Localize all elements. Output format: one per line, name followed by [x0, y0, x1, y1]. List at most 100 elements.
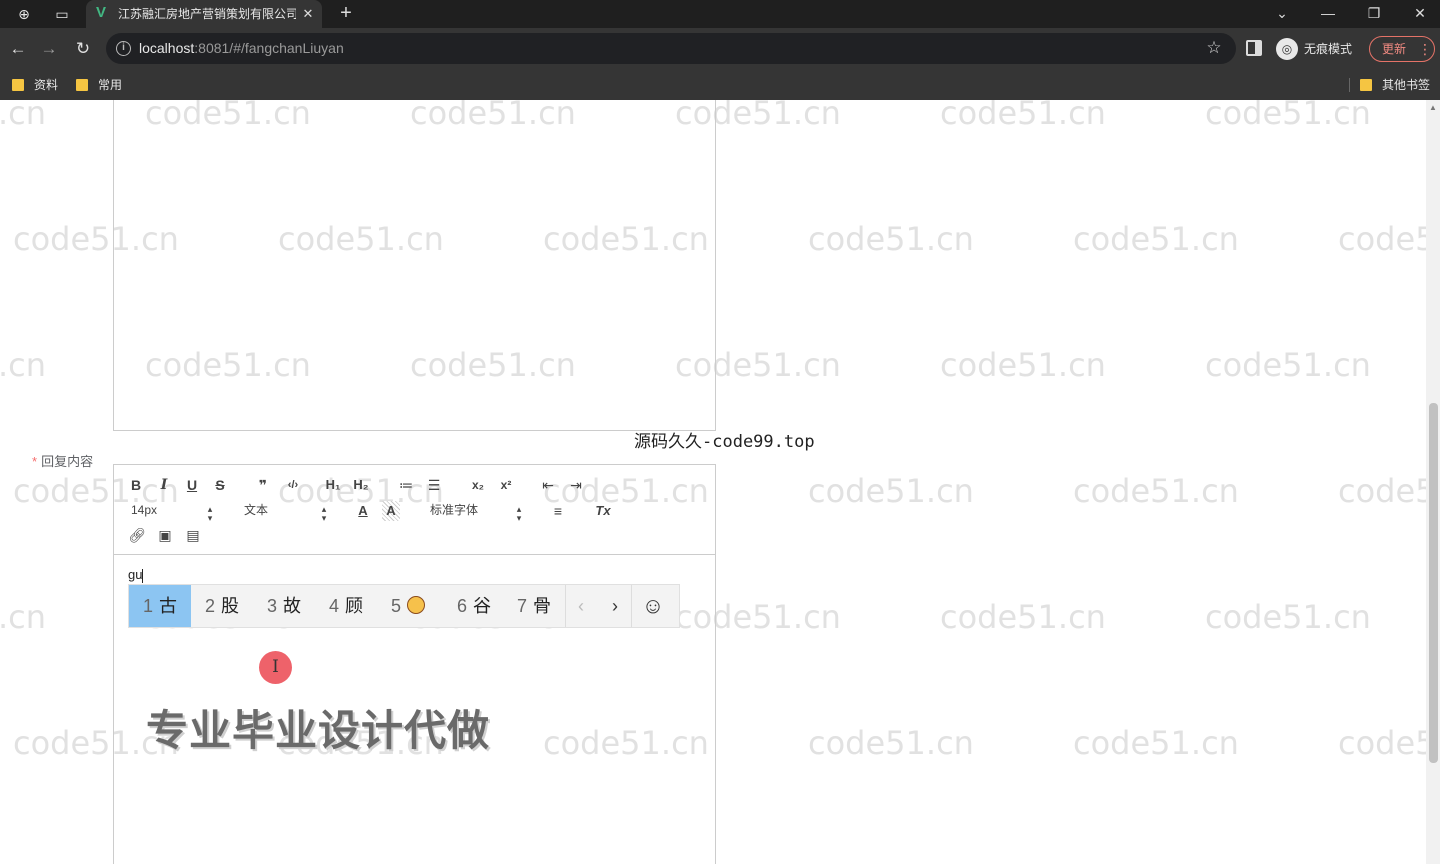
- url-text[interactable]: localhost:8081/#/fangchanLiuyan: [139, 40, 739, 57]
- folder-icon: [76, 79, 88, 91]
- tab-search-icon[interactable]: ▭: [52, 4, 72, 24]
- subscript-button[interactable]: x₂: [466, 475, 490, 495]
- watermark: code51.cn: [1205, 346, 1371, 384]
- watermark: code51.cn: [940, 598, 1106, 636]
- ime-candidate[interactable]: 3故: [255, 585, 313, 627]
- active-tab[interactable]: V 江苏融汇房地产营销策划有限公司 ✕: [86, 0, 322, 28]
- watermark: code51.cn: [1338, 725, 1426, 761]
- reload-icon[interactable]: ↻: [72, 38, 94, 60]
- outdent-button[interactable]: ⇤: [538, 475, 558, 495]
- watermark: code51.cn: [1205, 598, 1371, 636]
- ime-candidate[interactable]: 4顾: [317, 585, 375, 627]
- bookmarks-bar: 资料 常用 其他书签: [0, 70, 1440, 100]
- font-size-value: 14px: [131, 503, 158, 517]
- required-mark: *: [32, 454, 38, 469]
- tab-close-icon[interactable]: ✕: [300, 5, 316, 23]
- background-color-button[interactable]: A: [382, 501, 400, 521]
- ime-candidate[interactable]: 5: [379, 585, 437, 627]
- editor-content[interactable]: gu: [128, 567, 428, 583]
- back-icon[interactable]: ←: [7, 38, 29, 60]
- watermark: code51.cn: [1073, 724, 1239, 762]
- watermark: code51.cn: [808, 724, 974, 762]
- update-label: 更新: [1382, 42, 1407, 56]
- image-icon[interactable]: ▣: [156, 525, 174, 545]
- close-icon[interactable]: ✕: [1408, 2, 1432, 24]
- header-arrow-icon: ▴ ▾: [321, 504, 327, 523]
- source-watermark: 源码久久-code99.top: [634, 432, 815, 452]
- other-bookmarks[interactable]: 其他书签: [1360, 76, 1436, 94]
- scroll-up-icon[interactable]: ▲: [1429, 104, 1437, 112]
- header-value: 文本: [244, 503, 269, 517]
- link-icon[interactable]: 🔗︎: [128, 525, 146, 545]
- bookmark-label: 常用: [98, 78, 123, 92]
- ime-candidate[interactable]: 6谷: [445, 585, 503, 627]
- promo-overlay-text: 专业毕业设计代做: [146, 707, 491, 754]
- watermark: code51.cn: [1205, 100, 1371, 132]
- indent-button[interactable]: ⇥: [566, 475, 586, 495]
- reply-content-label: * 回复内容: [32, 454, 112, 470]
- bookmark-folder-changyong[interactable]: 常用: [76, 76, 136, 94]
- info-icon[interactable]: i: [116, 41, 131, 56]
- bold-button[interactable]: B: [128, 475, 144, 495]
- ime-candidate[interactable]: 2股: [193, 585, 251, 627]
- star-icon[interactable]: ☆: [1204, 38, 1224, 58]
- bullet-list-button[interactable]: ☰: [424, 475, 444, 495]
- header-picker[interactable]: 文本: [244, 501, 324, 519]
- incognito-indicator[interactable]: ◎ 无痕模式: [1276, 36, 1366, 62]
- side-panel-icon[interactable]: [1246, 40, 1262, 56]
- strike-button[interactable]: S: [212, 475, 228, 495]
- watermark: code51.cn: [1338, 221, 1426, 257]
- watermark: code51.cn: [1338, 473, 1426, 509]
- chevron-down-icon[interactable]: ⌄: [1270, 2, 1294, 24]
- watermark: code51.cn: [808, 472, 974, 510]
- watermark: code51.cn: [1073, 472, 1239, 510]
- ime-candidate[interactable]: 7骨: [505, 585, 563, 627]
- editor-toolbar: B I U S ❞ ‹/› H₁ H₂ ≔ ☰ x₂ x² ⇤ ⇥ 14px ▴…: [114, 465, 715, 555]
- ime-emoji-icon[interactable]: ☺: [641, 594, 665, 618]
- update-button[interactable]: 更新 ⋮: [1369, 36, 1435, 62]
- forward-icon[interactable]: →: [38, 38, 60, 60]
- italic-button[interactable]: I: [156, 475, 172, 495]
- reply-label-text: 回复内容: [41, 454, 94, 469]
- h2-button[interactable]: H₂: [350, 475, 372, 495]
- folder-icon: [12, 79, 24, 91]
- ime-next-icon[interactable]: ›: [599, 585, 631, 627]
- bookmark-label: 其他书签: [1382, 78, 1431, 92]
- restore-icon[interactable]: ❐: [1362, 2, 1386, 24]
- clean-format-button[interactable]: Tx: [592, 501, 614, 521]
- previous-editor-area[interactable]: [113, 100, 716, 431]
- superscript-button[interactable]: x²: [494, 475, 518, 495]
- font-family-arrow-icon: ▴ ▾: [516, 504, 522, 523]
- browser-toolbar: ← → ↻ i localhost:8081/#/fangchanLiuyan …: [0, 28, 1440, 70]
- page-content: .cn code51.cn code51.cn code51.cn code51…: [0, 100, 1440, 864]
- watermark: code51.cn: [940, 100, 1106, 132]
- align-button[interactable]: ≡: [548, 501, 568, 521]
- underline-button[interactable]: U: [184, 475, 200, 495]
- bookmark-folder-ziliao[interactable]: 资料: [12, 76, 72, 94]
- minimize-icon[interactable]: —: [1316, 2, 1340, 24]
- blockquote-button[interactable]: ❞: [254, 475, 272, 495]
- incognito-label: 无痕模式: [1304, 42, 1353, 56]
- font-color-button[interactable]: A: [354, 501, 372, 521]
- watermark: .cn: [0, 598, 47, 636]
- video-icon[interactable]: ▤: [184, 525, 202, 545]
- h1-button[interactable]: H₁: [322, 475, 344, 495]
- address-bar[interactable]: i localhost:8081/#/fangchanLiuyan ☆: [106, 33, 1236, 64]
- scrollbar-thumb[interactable]: [1429, 403, 1438, 763]
- font-family-picker[interactable]: 标准字体: [430, 501, 520, 519]
- incognito-icon: ◎: [1276, 38, 1298, 60]
- new-tab-button[interactable]: +: [336, 3, 356, 23]
- ordered-list-button[interactable]: ≔: [396, 475, 416, 495]
- bookmark-label: 资料: [34, 78, 59, 92]
- typed-text: gu: [128, 567, 143, 582]
- watermark: code51.cn: [940, 346, 1106, 384]
- chrome-icon[interactable]: ⊕: [14, 4, 34, 24]
- ime-candidate[interactable]: 1古: [129, 585, 191, 627]
- font-size-picker[interactable]: 14px: [131, 501, 211, 519]
- ime-prev-icon[interactable]: ‹: [565, 585, 597, 627]
- ime-divider: [631, 585, 632, 627]
- menu-icon: ⋮: [1418, 41, 1432, 57]
- browser-tab-bar: ⊕ ▭ V 江苏融汇房地产营销策划有限公司 ✕ + ⌄ — ❐ ✕: [0, 0, 1440, 28]
- mouse-cursor-indicator: [259, 651, 292, 684]
- code-block-button[interactable]: ‹/›: [282, 475, 304, 495]
